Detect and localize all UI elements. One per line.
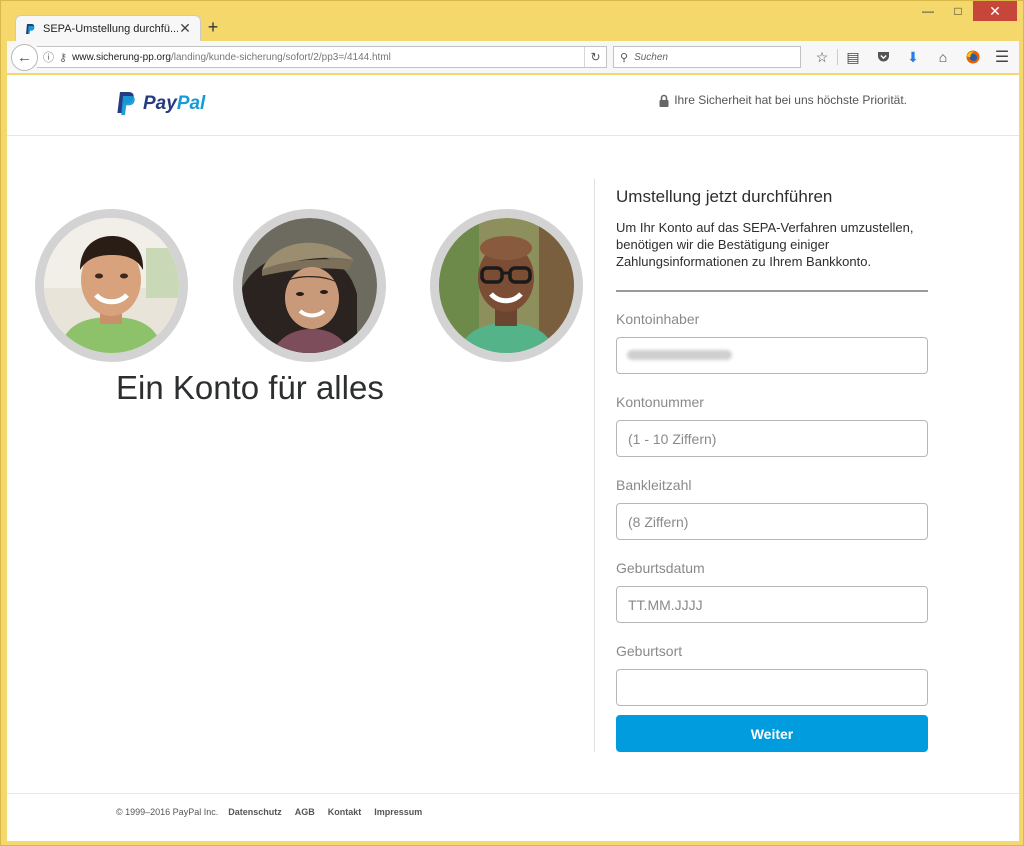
column-divider (594, 179, 595, 752)
site-header: PayPal Ihre Sicherheit hat bei uns höchs… (7, 75, 1019, 136)
footer-link-impressum[interactable]: Impressum (374, 807, 422, 817)
security-note-text: Ihre Sicherheit hat bei uns höchste Prio… (674, 93, 907, 107)
pocket-icon[interactable] (868, 46, 898, 68)
footer-link-agb[interactable]: AGB (295, 807, 315, 817)
security-note: Ihre Sicherheit hat bei uns höchste Prio… (659, 93, 907, 107)
close-window-button[interactable]: ✕ (973, 1, 1017, 21)
url-host: www.sicherung-pp.org (72, 51, 171, 63)
birthplace-input[interactable] (616, 669, 928, 706)
search-icon: ⚲ (620, 51, 629, 64)
paypal-favicon-icon (26, 23, 35, 34)
url-text[interactable]: www.sicherung-pp.org/landing/kunde-siche… (72, 52, 391, 63)
footer-link-kontakt[interactable]: Kontakt (328, 807, 362, 817)
logo-text-pay: Pay (143, 93, 177, 114)
paypal-logo-icon (117, 92, 135, 115)
reload-icon[interactable]: ↻ (584, 47, 606, 67)
hero-section: Ein Konto für alles (7, 137, 593, 697)
paypal-logo-text: PayPal (143, 93, 205, 115)
bank-code-label: Bankleitzahl (616, 477, 692, 493)
tab-title: SEPA-Umstellung durchfü... (43, 22, 178, 35)
site-footer: © 1999–2016 PayPal Inc. Datenschutz AGB … (7, 793, 1019, 841)
reader-icon[interactable]: ▤ (838, 46, 868, 68)
footer-link-datenschutz[interactable]: Datenschutz (228, 807, 282, 817)
logo-text-pal: Pal (176, 93, 206, 114)
star-icon[interactable]: ☆ (807, 46, 837, 68)
avatar-man-glasses (430, 209, 583, 362)
navigation-toolbar: ⓘ ⚷ www.sicherung-pp.org/landing/kunde-s… (7, 41, 1019, 74)
paypal-logo[interactable]: PayPal (115, 91, 205, 117)
close-tab-icon[interactable]: ✕ (178, 20, 192, 37)
key-icon[interactable]: ⚷ (59, 51, 67, 64)
account-holder-label: Kontoinhaber (616, 311, 700, 327)
maximize-button[interactable]: □ (943, 1, 973, 21)
home-icon[interactable]: ⌂ (928, 46, 958, 68)
birthplace-label: Geburtsort (616, 643, 683, 659)
page-content: PayPal Ihre Sicherheit hat bei uns höchs… (7, 75, 1019, 841)
form-description: Um Ihr Konto auf das SEPA-Verfahren umzu… (616, 220, 914, 269)
form-title: Umstellung jetzt durchführen (616, 187, 833, 206)
avatar-woman (233, 209, 386, 362)
info-icon[interactable]: ⓘ (43, 49, 54, 65)
submit-button[interactable]: Weiter (616, 715, 928, 752)
search-bar[interactable]: ⚲ Suchen (613, 46, 801, 68)
copyright: © 1999–2016 PayPal Inc. (116, 807, 219, 817)
blurred-value (627, 350, 732, 360)
menu-icon[interactable]: ☰ (991, 46, 1013, 68)
back-arrow-icon[interactable]: ← (11, 44, 38, 71)
toolbar-icons: ☆ ▤ ⬇ ⌂ (807, 46, 988, 68)
url-path: /landing/kunde-sicherung/sofort/2/pp3=/4… (171, 51, 391, 63)
lock-icon (659, 94, 669, 107)
url-bar[interactable]: ⓘ ⚷ www.sicherung-pp.org/landing/kunde-s… (37, 46, 607, 68)
firefox-icon[interactable] (958, 46, 988, 68)
birthdate-label: Geburtsdatum (616, 560, 705, 576)
search-placeholder: Suchen (634, 51, 668, 63)
avatar-man (35, 209, 188, 362)
window-controls: — □ ✕ (913, 1, 1017, 21)
form-divider (616, 290, 928, 292)
bank-code-input[interactable] (616, 503, 928, 540)
browser-tab[interactable]: SEPA-Umstellung durchfü... ✕ (15, 15, 201, 41)
minimize-button[interactable]: — (913, 1, 943, 21)
browser-window: — □ ✕ SEPA-Umstellung durchfü... ✕ + ⓘ ⚷… (0, 0, 1024, 846)
account-number-label: Kontonummer (616, 394, 704, 410)
footer-row: © 1999–2016 PayPal Inc. Datenschutz AGB … (116, 807, 435, 817)
hero-headline: Ein Konto für alles (116, 369, 384, 406)
new-tab-button[interactable]: + (204, 17, 222, 37)
account-number-input[interactable] (616, 420, 928, 457)
download-icon[interactable]: ⬇ (898, 46, 928, 68)
account-holder-wrap (616, 337, 928, 374)
birthdate-input[interactable] (616, 586, 928, 623)
